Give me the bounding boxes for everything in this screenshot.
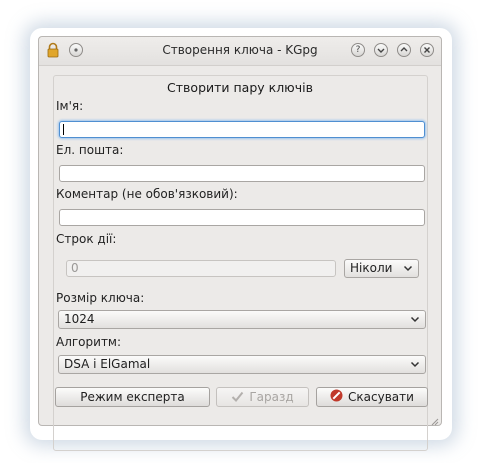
title-bar[interactable]: Створення ключа - KGpg ? bbox=[39, 37, 441, 66]
comment-label: Коментар (не обов'язковий): bbox=[56, 187, 238, 201]
email-field[interactable] bbox=[59, 165, 425, 182]
maximize-icon[interactable] bbox=[397, 43, 411, 57]
expiry-unit-select[interactable]: Ніколи bbox=[344, 259, 419, 278]
window-title: Створення ключа - KGpg bbox=[162, 43, 318, 57]
dialog-window: Створення ключа - KGpg ? Створити пару к… bbox=[38, 36, 442, 451]
expiry-number-field[interactable]: 0 bbox=[66, 260, 336, 277]
chevron-down-icon bbox=[409, 358, 421, 370]
close-icon[interactable] bbox=[420, 43, 434, 57]
ok-button[interactable]: Гаразд bbox=[216, 387, 309, 407]
name-label: Ім'я: bbox=[56, 99, 84, 113]
chevron-down-icon bbox=[402, 262, 414, 274]
key-size-select[interactable]: 1024 bbox=[58, 310, 426, 329]
resize-grip-icon[interactable] bbox=[431, 415, 439, 426]
window-menu-icon[interactable] bbox=[69, 43, 83, 57]
key-size-label: Розмір ключа: bbox=[56, 291, 145, 305]
cancel-button[interactable]: Скасувати bbox=[316, 387, 428, 407]
expiry-label: Строк дії: bbox=[56, 232, 117, 246]
help-icon[interactable]: ? bbox=[351, 43, 365, 57]
expert-mode-button[interactable]: Режим експерта bbox=[55, 387, 210, 407]
lock-icon[interactable] bbox=[45, 42, 61, 58]
chevron-down-icon bbox=[409, 313, 421, 325]
cancel-icon bbox=[330, 389, 343, 407]
form-heading: Створити пару ключів bbox=[167, 80, 313, 95]
algorithm-label: Алгоритм: bbox=[56, 335, 122, 349]
text-caret bbox=[63, 124, 64, 135]
name-field[interactable] bbox=[59, 121, 425, 138]
algorithm-select[interactable]: DSA і ElGamal bbox=[58, 355, 426, 374]
comment-field[interactable] bbox=[59, 209, 425, 226]
email-label: Ел. пошта: bbox=[56, 143, 124, 157]
checkmark-icon bbox=[231, 389, 244, 407]
minimize-icon[interactable] bbox=[374, 43, 388, 57]
